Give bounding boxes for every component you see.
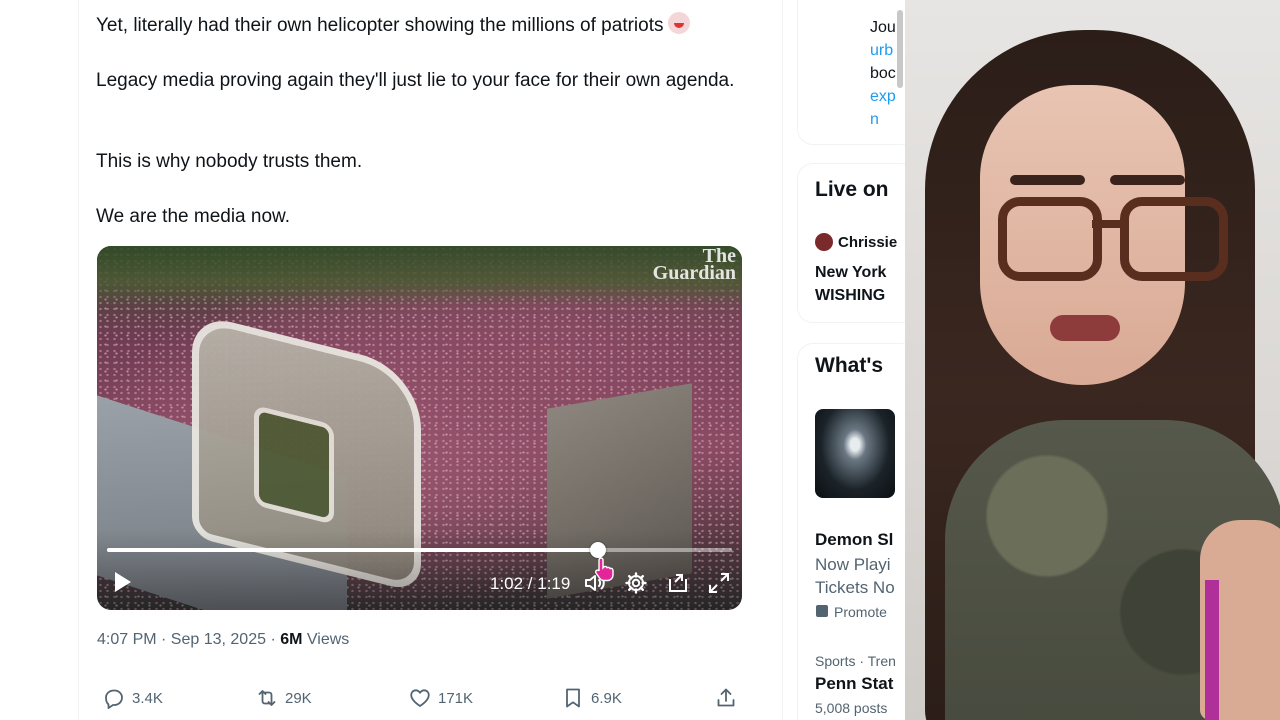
video-player[interactable]: The Guardian 1:02 / 1:19 (97, 246, 742, 610)
trend-subtitle: Tickets No (815, 578, 895, 597)
bookmark-icon (566, 688, 580, 708)
trend-subtitle: Now Playi (815, 555, 891, 574)
tweet-actions-bar: 3.4K 29K 171K 6.9K (97, 686, 742, 714)
sidebar-text-fragment: Jou (870, 19, 896, 36)
trend-title[interactable]: Demon Sl (815, 528, 893, 551)
repost-count: 29K (285, 689, 312, 707)
like-count: 171K (438, 689, 474, 707)
play-button[interactable] (113, 571, 133, 593)
settings-button[interactable] (624, 571, 648, 600)
sidebar-text-fragment: boc (870, 65, 896, 82)
x-post-page: Yet, literally had their own helicopter … (0, 0, 905, 720)
reply-count: 3.4K (132, 689, 163, 707)
reply-button[interactable]: 3.4K (102, 686, 163, 710)
dock-icon (669, 574, 687, 592)
trend-post-count: 5,008 posts (815, 700, 888, 716)
play-icon (115, 572, 131, 592)
tweet-text-line-4: We are the media now. (96, 206, 290, 227)
live-on-x-heading: Live on (815, 178, 889, 201)
repost-icon (258, 690, 276, 706)
avatar[interactable] (815, 233, 833, 251)
live-space-title[interactable]: WISHING (815, 284, 885, 307)
webcam-person-brow (1010, 175, 1085, 185)
fullscreen-button[interactable] (707, 571, 731, 600)
glasses-bridge (1092, 220, 1122, 228)
trend-thumbnail-image[interactable] (815, 409, 895, 498)
guardian-watermark: The Guardian (652, 246, 736, 284)
tweet-timestamp[interactable]: 4:07 PM · Sep 13, 2025 · (97, 631, 280, 648)
reply-icon (105, 689, 123, 709)
tweet-text-line-3: This is why nobody trusts them. (96, 151, 363, 172)
promoted-icon (816, 605, 828, 617)
repost-button[interactable]: 29K (255, 686, 312, 710)
page-scrollbar[interactable] (897, 10, 903, 88)
clown-face-emoji-icon (667, 12, 690, 34)
tweet-meta: 4:07 PM · Sep 13, 2025 · 6M Views (97, 631, 349, 649)
trend-title[interactable]: Penn Stat (815, 672, 893, 695)
sidebar-link-fragment[interactable]: n (870, 108, 879, 131)
views-label: Views (302, 631, 350, 648)
webcam-person-brow (1110, 175, 1185, 185)
dock-video-button[interactable] (666, 571, 690, 600)
webcam-person-face (980, 85, 1228, 385)
hand-pointer-cursor-icon (594, 556, 616, 587)
video-frame-courtyard (254, 404, 334, 525)
views-count: 6M (280, 631, 303, 648)
whats-happening-heading: What's (815, 354, 883, 377)
webcam-overlay (905, 0, 1280, 720)
webcam-person-mouth (1050, 315, 1120, 341)
tweet-text-line-1: Yet, literally had their own helicopter … (96, 12, 756, 39)
fullscreen-icon (709, 573, 729, 593)
sidebar-link-fragment[interactable]: urb (870, 39, 893, 62)
promoted-label: Promote (834, 604, 887, 620)
webcam-jacket-stripe (1205, 580, 1219, 720)
video-progress-fill (107, 548, 598, 552)
share-button[interactable] (714, 686, 738, 710)
video-progress-bar[interactable] (107, 542, 732, 558)
glasses-left-lens (998, 197, 1102, 281)
trend-category: Sports · Tren (815, 653, 896, 669)
right-sidebar: Jou urb boc exp n Live on Chrissie New Y… (797, 0, 905, 720)
share-icon (717, 688, 735, 707)
video-time-readout: 1:02 / 1:19 (490, 574, 571, 593)
heart-icon (410, 689, 430, 707)
bookmark-count: 6.9K (591, 689, 622, 707)
watermark-line-2: Guardian (652, 262, 736, 284)
video-frame-trees (97, 246, 742, 306)
gear-icon (625, 572, 647, 594)
tweet-text-line-2: Legacy media proving again they'll just … (96, 70, 735, 91)
sidebar-link-fragment[interactable]: exp (870, 85, 896, 108)
like-button[interactable]: 171K (408, 686, 473, 710)
live-space-title[interactable]: New York (815, 261, 886, 284)
bookmark-button[interactable]: 6.9K (561, 686, 622, 710)
live-space-host[interactable]: Chrissie (838, 231, 897, 254)
glasses-right-lens (1120, 197, 1228, 281)
left-nav-gutter (0, 0, 79, 720)
